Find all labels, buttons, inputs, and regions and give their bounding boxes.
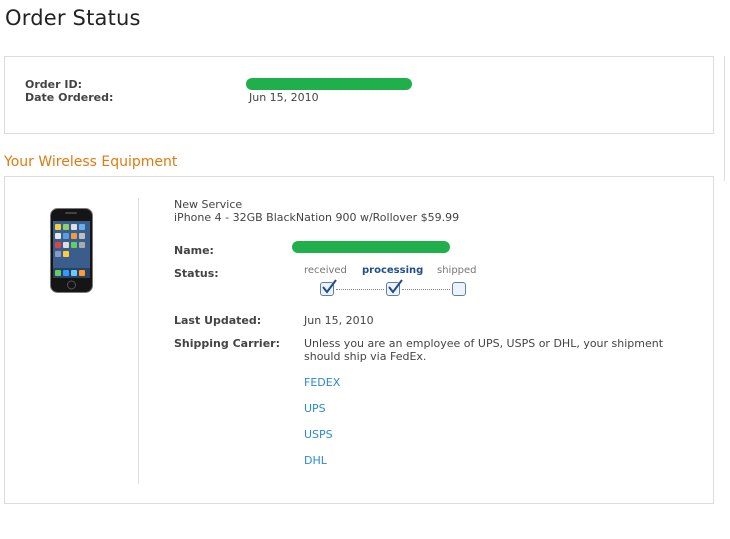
- name-label: Name:: [174, 244, 214, 257]
- product-description: iPhone 4 - 32GB BlackNation 900 w/Rollov…: [174, 211, 460, 224]
- side-panel-edge: [724, 56, 730, 181]
- order-id-redaction: [246, 78, 412, 90]
- last-updated-value: Jun 15, 2010: [304, 314, 374, 327]
- status-step-received: received: [304, 265, 347, 276]
- carrier-link-usps[interactable]: USPS: [304, 428, 333, 441]
- carrier-link-ups[interactable]: UPS: [304, 402, 326, 415]
- date-ordered-value: Jun 15, 2010: [249, 91, 319, 104]
- status-connector-1: [336, 289, 384, 290]
- page-title: Order Status: [5, 6, 141, 30]
- shipping-note-line1: Unless you are an employee of UPS, USPS …: [304, 337, 664, 350]
- processing-check-icon: [386, 279, 403, 296]
- status-connector-2: [402, 289, 450, 290]
- status-step-shipped: shipped: [437, 265, 477, 276]
- status-label: Status:: [174, 267, 219, 280]
- received-check-icon: [320, 279, 337, 296]
- order-id-label: Order ID:: [25, 78, 82, 91]
- shipped-empty-box-icon: [452, 282, 466, 296]
- shipping-note-line2: should ship via FedEx.: [304, 350, 427, 363]
- phone-image: [50, 208, 94, 298]
- name-redaction: [292, 241, 450, 253]
- carrier-link-fedex[interactable]: FEDEX: [304, 376, 340, 389]
- last-updated-label: Last Updated:: [174, 314, 262, 327]
- status-step-processing: processing: [362, 265, 424, 276]
- shipping-carrier-label: Shipping Carrier:: [174, 337, 280, 350]
- equipment-divider: [138, 198, 139, 484]
- service-type: New Service: [174, 198, 243, 211]
- date-ordered-label: Date Ordered:: [25, 91, 114, 104]
- section-title: Your Wireless Equipment: [4, 154, 178, 170]
- carrier-link-dhl[interactable]: DHL: [304, 454, 327, 467]
